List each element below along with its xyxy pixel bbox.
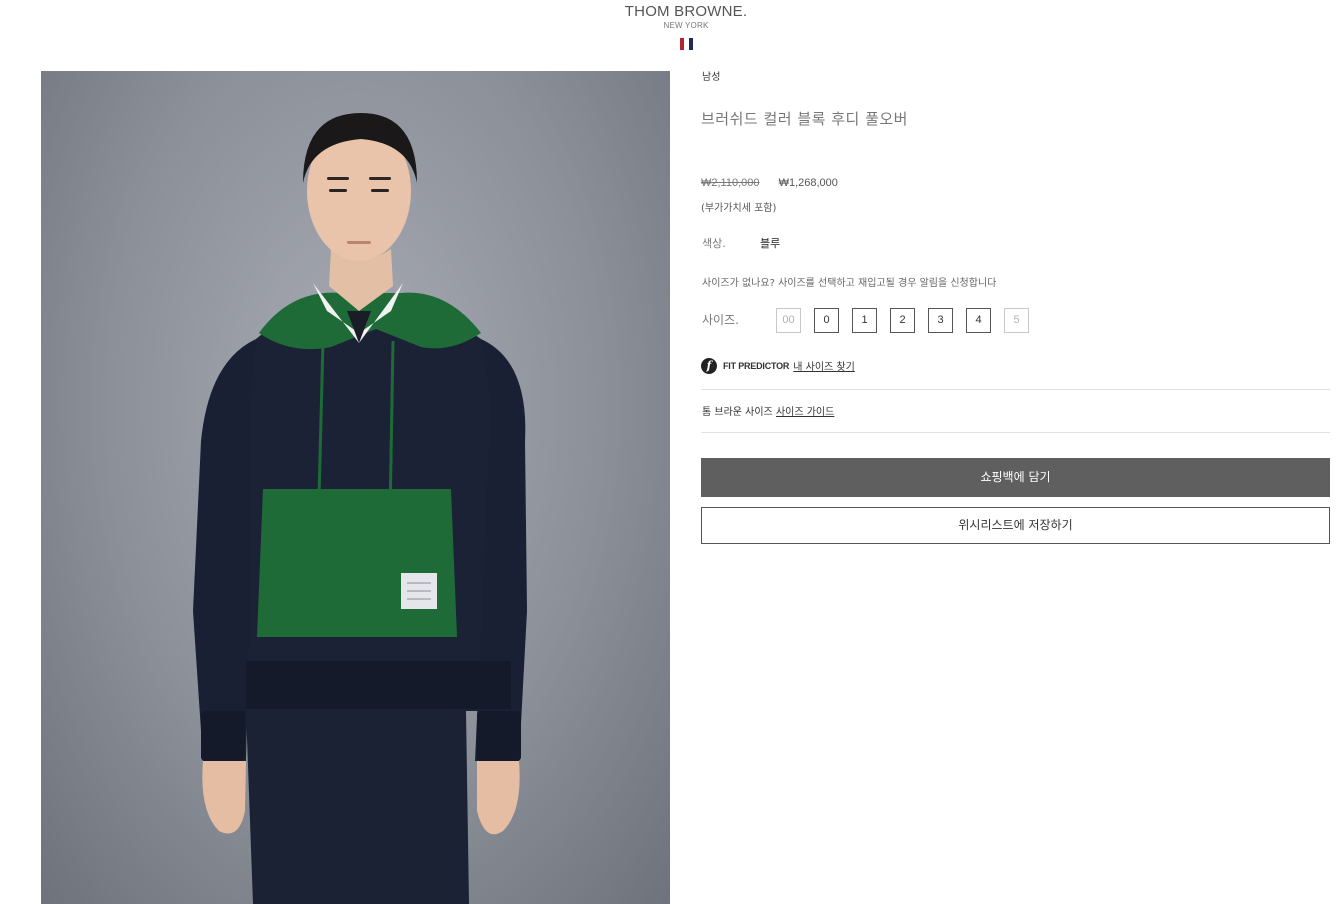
vat-note: (부가가치세 포함) — [701, 203, 777, 214]
color-label: 색상. — [702, 237, 726, 250]
product-category[interactable]: 남성 — [702, 68, 720, 83]
size-option-0[interactable]: 0 — [814, 308, 839, 333]
brand-name: THOM BROWNE. — [624, 3, 748, 20]
divider — [701, 389, 1330, 390]
size-restock-notice: 사이즈가 없나요? 사이즈를 선택하고 재입고될 경우 알림을 신청합니다 — [702, 278, 997, 289]
price-sale: ₩1,268,000 — [778, 177, 838, 189]
site-header: THOM BROWNE. NEW YORK — [0, 0, 1341, 62]
tricolor-flag-icon — [680, 38, 693, 50]
price-original: ₩2,110,000 — [701, 177, 760, 189]
size-option-00[interactable]: 00 — [776, 308, 801, 333]
price-row: ₩2,110,000 ₩1,268,000 — [701, 177, 838, 189]
add-to-bag-button[interactable]: 쇼핑백에 담기 — [701, 458, 1330, 497]
fit-predictor-brand: FIT PREDICTOR — [723, 360, 790, 371]
size-label: 사이즈. — [702, 313, 739, 327]
brand-logo[interactable]: THOM BROWNE. NEW YORK — [0, 3, 1341, 31]
size-guide-link[interactable]: 사이즈 가이드 — [776, 407, 834, 418]
fit-predictor: f FIT PREDICTOR 내 사이즈 찾기 — [701, 357, 855, 374]
fit-predictor-icon: f — [701, 357, 717, 374]
divider — [701, 432, 1330, 433]
size-option-5[interactable]: 5 — [1004, 308, 1029, 333]
add-to-wishlist-button[interactable]: 위시리스트에 저장하기 — [701, 507, 1330, 544]
product-image[interactable] — [41, 71, 670, 904]
color-value: 블루 — [760, 237, 781, 250]
size-option-1[interactable]: 1 — [852, 308, 877, 333]
find-my-size-link[interactable]: 내 사이즈 찾기 — [793, 358, 855, 373]
size-option-2[interactable]: 2 — [890, 308, 915, 333]
size-guide-prefix: 톰 브라운 사이즈 — [702, 407, 773, 418]
size-option-3[interactable]: 3 — [928, 308, 953, 333]
brand-location: NEW YORK — [663, 21, 709, 30]
size-guide-row: 톰 브라운 사이즈 사이즈 가이드 — [702, 403, 834, 418]
model-hoodie-illustration — [193, 113, 527, 904]
product-title: 브러쉬드 컬러 블록 후디 풀오버 — [701, 110, 908, 128]
size-option-4[interactable]: 4 — [966, 308, 991, 333]
